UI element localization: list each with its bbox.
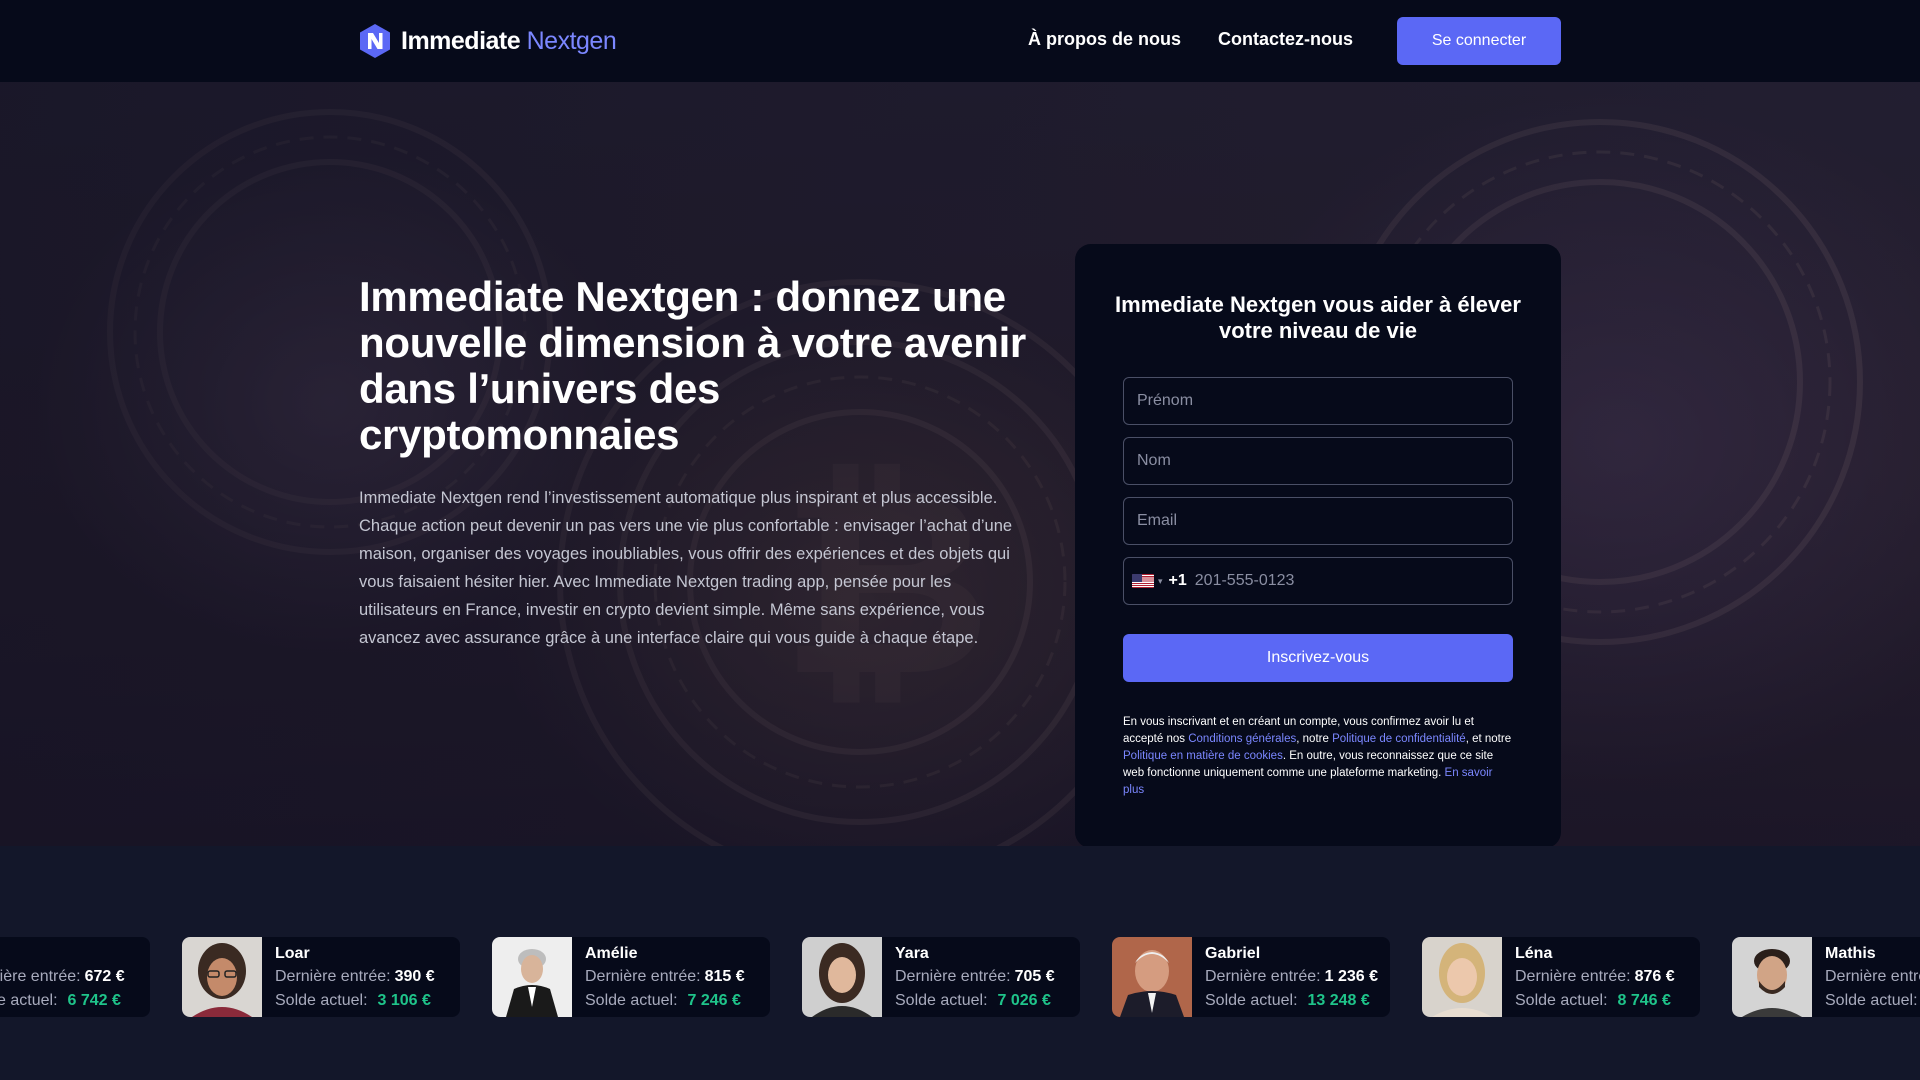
site-header: Immediate Nextgen À propos de nous Conta… [0,0,1920,82]
avatar [1112,937,1192,1017]
logo-text: Immediate Nextgen [401,26,617,56]
last-entry-value: 672 € [84,968,125,985]
testimonial-card: Amélie Dernière entrée: 815 € Solde actue… [492,937,770,1017]
last-entry-value: 815 € [704,968,745,985]
logo-text-accent: Nextgen [526,26,617,55]
testimonials-strip: nda Dernière entrée:672 € Solde actuel:6… [0,846,1920,1080]
balance-label: Solde actuel: [1205,992,1298,1009]
last-entry-label: Dernière entrée: [1205,968,1321,985]
last-name-field[interactable] [1123,437,1513,485]
last-entry-line: Dernière entrée:672 € [0,968,125,986]
balance-value: 6 742 € [67,992,121,1009]
last-entry-label: Dernière entrée: [585,968,701,985]
testimonial-card: Yara Dernière entrée: 705 € Solde actuel:… [802,937,1080,1017]
signup-form-card: Immediate Nextgen vous aider à élever vo… [1075,244,1561,846]
testimonial-name: Léna [1515,945,1553,962]
phone-field[interactable] [1194,572,1475,590]
last-entry-value: 1 236 € [1324,968,1379,985]
testimonial-name: Loar [275,945,310,962]
nav-link-contact[interactable]: Contactez-nous [1218,29,1353,50]
testimonial-card: Léna Dernière entrée: 876 € Solde actuel:… [1422,937,1700,1017]
testimonial-name: Mathis [1825,945,1876,962]
last-entry-line: Dernière entrée: [1825,968,1920,986]
balance-value: 8 746 € [1617,992,1671,1009]
avatar [1422,937,1502,1017]
form-disclaimer: En vous inscrivant et en créant un compt… [1123,714,1515,799]
login-button[interactable]: Se connecter [1397,17,1561,65]
avatar [1732,937,1812,1017]
balance-line: Solde actuel: [1825,992,1920,1010]
hero-description: Immediate Nextgen rend l’investissement … [359,489,1013,647]
last-entry-value: 705 € [1014,968,1055,985]
nav-link-about[interactable]: À propos de nous [1028,29,1181,50]
balance-line: Solde actuel: 8 746 € [1515,992,1671,1010]
balance-label: Solde actuel: [1825,992,1918,1009]
hero-section: ₿ Immediate Nextgen : donnez une nouvell… [0,82,1920,846]
balance-line: Solde actuel: 3 106 € [275,992,431,1010]
testimonial-card: Gabriel Dernière entrée: 1 236 € Solde ac… [1112,937,1390,1017]
hero-title: Immediate Nextgen : donnez une nouvelle … [359,273,1026,458]
testimonial-name: Yara [895,945,929,962]
last-entry-line: Dernière entrée: 390 € [275,968,435,986]
last-entry-value: 876 € [1634,968,1675,985]
testimonial-card: Loar Dernière entrée: 390 € Solde actuel:… [182,937,460,1017]
balance-label: Solde actuel: [1515,992,1608,1009]
avatar [802,937,882,1017]
disclaimer-text: , notre [1296,733,1333,745]
hero-overlay [0,82,1920,846]
last-entry-label: Dernière entrée: [1515,968,1631,985]
balance-line: Solde actuel: 6 742 € [0,992,121,1010]
logo[interactable]: Immediate Nextgen [359,22,617,60]
balance-label: Solde actuel: [0,992,58,1009]
balance-label: Solde actuel: [895,992,988,1009]
balance-label: Solde actuel: [275,992,368,1009]
privacy-link[interactable]: Politique de confidentialité [1332,733,1466,745]
balance-line: Solde actuel: 13 248 € [1205,992,1370,1010]
avatar [492,937,572,1017]
last-entry-label: Dernière entrée: [275,968,391,985]
balance-label: Solde actuel: [585,992,678,1009]
last-entry-line: Dernière entrée: 815 € [585,968,745,986]
testimonial-card: nda Dernière entrée:672 € Solde actuel:6… [0,937,150,1017]
testimonial-name: Amélie [585,945,638,962]
phone-field-group: ▾ +1 [1123,557,1513,605]
form-title: Immediate Nextgen vous aider à élever vo… [1115,292,1521,343]
dial-code[interactable]: +1 [1169,572,1187,590]
avatar [182,937,262,1017]
last-entry-line: Dernière entrée: 705 € [895,968,1055,986]
last-entry-line: Dernière entrée: 876 € [1515,968,1675,986]
logo-icon [360,24,390,58]
terms-link[interactable]: Conditions générales [1188,733,1296,745]
last-entry-line: Dernière entrée: 1 236 € [1205,968,1378,986]
last-entry-label: Dernière entrée: [0,968,81,985]
cookies-link[interactable]: Politique en matière de cookies [1123,750,1283,762]
logo-text-main: Immediate [401,26,521,55]
last-entry-label: Dernière entrée: [895,968,1011,985]
balance-line: Solde actuel: 7 246 € [585,992,741,1010]
balance-value: 3 106 € [377,992,431,1009]
testimonial-card: Mathis Dernière entrée: Solde actuel: [1732,937,1920,1017]
disclaimer-text: , et notre [1465,733,1512,745]
us-flag-icon[interactable] [1132,574,1154,588]
balance-value: 13 248 € [1307,992,1370,1009]
chevron-down-icon[interactable]: ▾ [1158,576,1163,587]
balance-line: Solde actuel: 7 026 € [895,992,1051,1010]
signup-button[interactable]: Inscrivez-vous [1123,634,1513,682]
email-field[interactable] [1123,497,1513,545]
last-entry-label: Dernière entrée: [1825,968,1920,985]
balance-value: 7 026 € [997,992,1051,1009]
first-name-field[interactable] [1123,377,1513,425]
balance-value: 7 246 € [687,992,741,1009]
last-entry-value: 390 € [394,968,435,985]
testimonial-name: Gabriel [1205,945,1261,962]
